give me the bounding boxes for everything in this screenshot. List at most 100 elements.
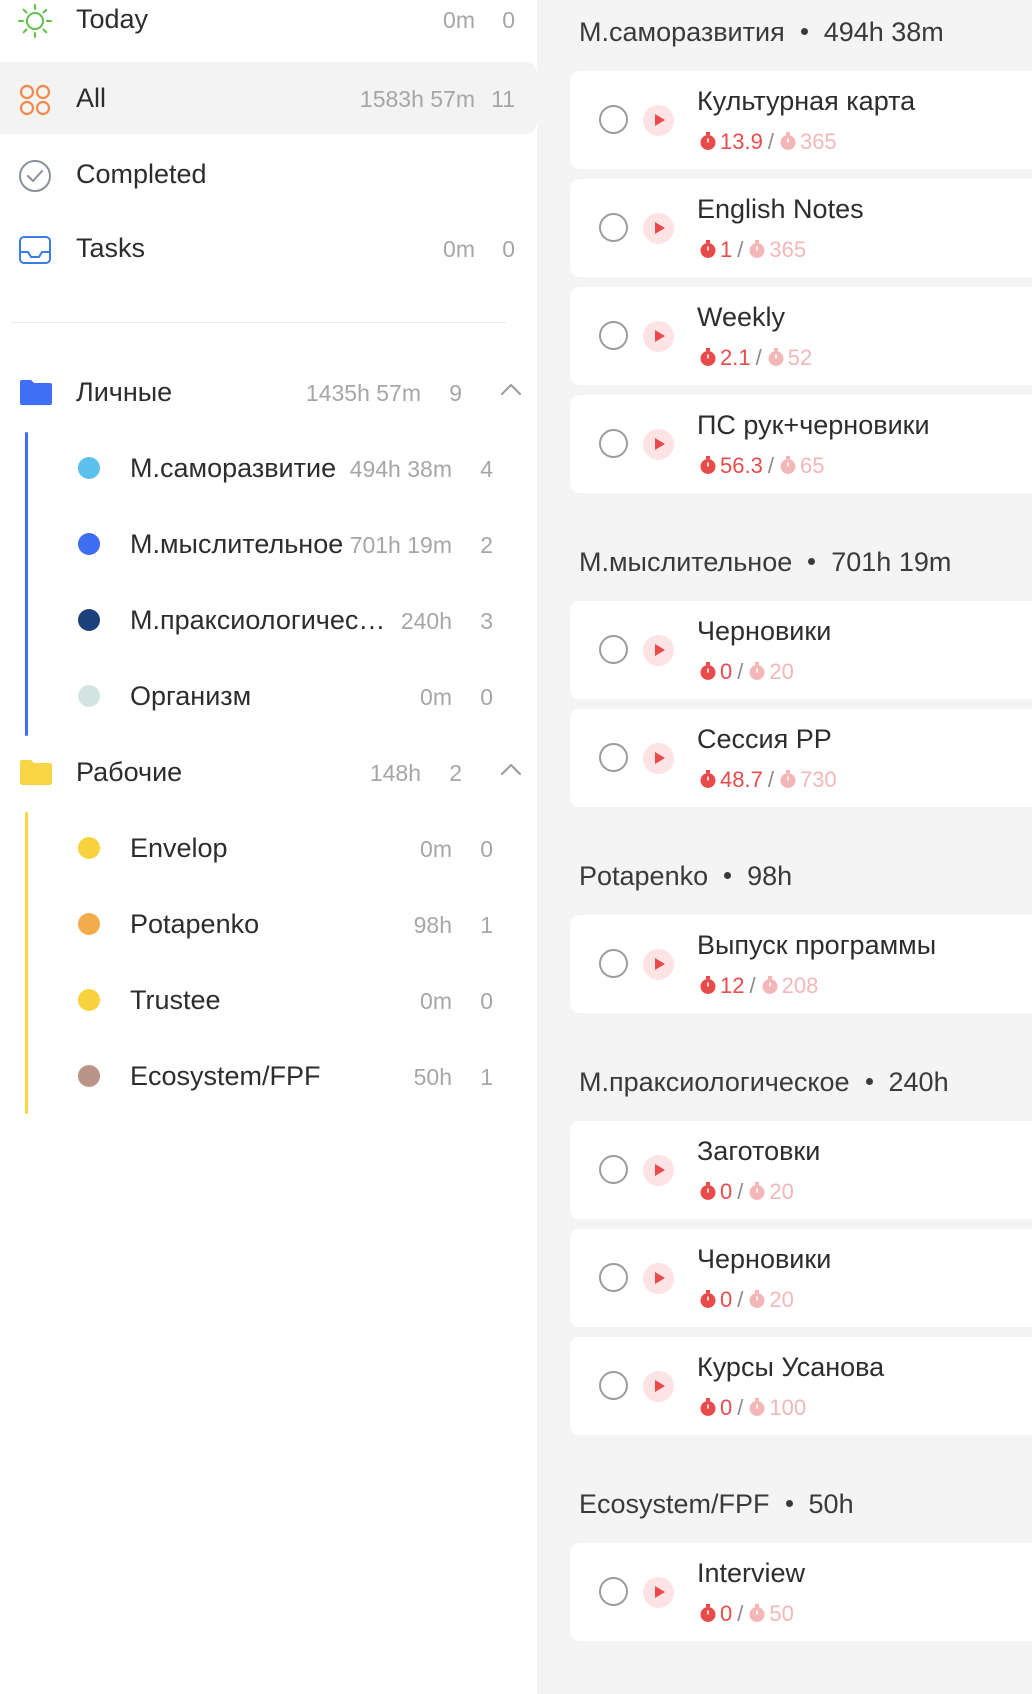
nav-count-today: 0 bbox=[502, 7, 515, 33]
pomodoro-estimate: 100 bbox=[769, 1395, 807, 1420]
group-header: М.саморазвития 494h 38m bbox=[579, 16, 944, 48]
task-title: ПС рук+черновики bbox=[697, 410, 930, 440]
pomodoro-stats: 48.7/ 730 bbox=[699, 767, 837, 793]
nav-label-completed: Completed bbox=[76, 159, 207, 189]
task-checkbox[interactable] bbox=[599, 213, 628, 242]
nav-label-all: All bbox=[76, 83, 107, 113]
chevron-up-icon[interactable] bbox=[500, 382, 522, 396]
play-icon[interactable] bbox=[643, 1263, 674, 1294]
pomodoro-done: 2.1 bbox=[720, 345, 751, 370]
play-icon[interactable] bbox=[643, 1371, 674, 1402]
project-item[interactable]: Trustee 0m 0 bbox=[0, 964, 537, 1034]
task-checkbox[interactable] bbox=[599, 321, 628, 350]
separator-dot bbox=[724, 872, 732, 880]
folder-icon bbox=[20, 380, 52, 405]
nav-item-tasks[interactable]: Tasks 0m 0 bbox=[0, 212, 537, 284]
folder-work[interactable]: Рабочие 148h 2 bbox=[0, 736, 537, 806]
timer-estimate-icon bbox=[749, 1604, 765, 1623]
play-icon[interactable] bbox=[643, 213, 674, 244]
timer-icon bbox=[700, 1182, 716, 1201]
play-icon[interactable] bbox=[643, 1155, 674, 1186]
group-total: 98h bbox=[747, 861, 793, 891]
task-checkbox[interactable] bbox=[599, 429, 628, 458]
play-icon[interactable] bbox=[643, 635, 674, 666]
group-name: М.мыслительное bbox=[579, 547, 793, 577]
task-checkbox[interactable] bbox=[599, 1371, 628, 1400]
task-card[interactable]: Выпуск программы 12/ 208 bbox=[570, 915, 1032, 1013]
chevron-up-icon[interactable] bbox=[500, 762, 522, 776]
timer-icon bbox=[700, 456, 716, 475]
project-duration: 0m bbox=[420, 836, 452, 862]
project-item[interactable]: Envelop 0m 0 bbox=[0, 812, 537, 882]
play-icon[interactable] bbox=[643, 743, 674, 774]
task-card[interactable]: Weekly 2.1/ 52 bbox=[570, 287, 1032, 385]
task-card[interactable]: Черновики 0/ 20 bbox=[570, 1229, 1032, 1327]
project-item[interactable]: Ecosystem/FPF 50h 1 bbox=[0, 1040, 537, 1110]
timer-icon bbox=[700, 1290, 716, 1309]
pomodoro-slash: / bbox=[767, 453, 774, 478]
nav-item-all[interactable]: All 1583h 57m 11 bbox=[0, 62, 537, 134]
task-title: Курсы Усанова bbox=[697, 1352, 885, 1382]
separator-dot bbox=[800, 28, 808, 36]
pomodoro-estimate: 365 bbox=[769, 237, 807, 262]
task-checkbox[interactable] bbox=[599, 949, 628, 978]
pomodoro-slash: / bbox=[737, 1179, 744, 1204]
project-label: М.праксиологическое bbox=[130, 605, 390, 635]
nav-item-completed[interactable]: Completed bbox=[0, 138, 537, 210]
task-title: Interview bbox=[697, 1558, 806, 1588]
task-card[interactable]: Курсы Усанова 0/ 100 bbox=[570, 1337, 1032, 1435]
project-item[interactable]: М.саморазвитие 494h 38m 4 bbox=[0, 432, 537, 502]
project-label: М.мыслительное bbox=[130, 529, 344, 559]
play-icon[interactable] bbox=[643, 1577, 674, 1608]
group-header: М.мыслительное 701h 19m bbox=[579, 546, 951, 578]
project-item[interactable]: Potapenko 98h 1 bbox=[0, 888, 537, 958]
group-total: 701h 19m bbox=[831, 547, 952, 577]
task-checkbox[interactable] bbox=[599, 1263, 628, 1292]
task-card[interactable]: Культурная карта 13.9/ 365 bbox=[570, 71, 1032, 169]
project-color-dot bbox=[78, 609, 100, 631]
task-card[interactable]: ПС рук+черновики 56.3/ 65 bbox=[570, 395, 1032, 493]
play-icon[interactable] bbox=[643, 949, 674, 980]
task-checkbox[interactable] bbox=[599, 635, 628, 664]
pomodoro-slash: / bbox=[737, 1395, 744, 1420]
task-card[interactable]: Interview 0/ 50 bbox=[570, 1543, 1032, 1641]
task-checkbox[interactable] bbox=[599, 105, 628, 134]
project-count: 4 bbox=[480, 456, 493, 482]
nav-duration-all: 1583h 57m bbox=[359, 86, 475, 112]
task-checkbox[interactable] bbox=[599, 1155, 628, 1184]
task-title: Культурная карта bbox=[697, 86, 916, 116]
nav-count-all: 11 bbox=[491, 86, 515, 112]
task-card[interactable]: English Notes 1/ 365 bbox=[570, 179, 1032, 277]
task-title: English Notes bbox=[697, 194, 864, 224]
timer-estimate-icon bbox=[780, 132, 796, 151]
play-icon[interactable] bbox=[643, 105, 674, 136]
task-card[interactable]: Черновики 0/ 20 bbox=[570, 601, 1032, 699]
task-title: Выпуск программы bbox=[697, 930, 937, 960]
pomodoro-done: 0 bbox=[720, 1287, 733, 1312]
folder-personal[interactable]: Личные 1435h 57m 9 bbox=[0, 356, 537, 426]
task-checkbox[interactable] bbox=[599, 1577, 628, 1606]
task-checkbox[interactable] bbox=[599, 743, 628, 772]
pomodoro-stats: 1/ 365 bbox=[699, 237, 806, 263]
play-icon[interactable] bbox=[643, 321, 674, 352]
nav-item-today[interactable]: Today 0m 0 bbox=[0, 0, 537, 55]
project-count: 0 bbox=[480, 836, 493, 862]
task-title: Заготовки bbox=[697, 1136, 821, 1166]
pomodoro-slash: / bbox=[737, 1287, 744, 1312]
pomodoro-estimate: 65 bbox=[799, 453, 825, 478]
project-item[interactable]: М.праксиологическое 240h 3 bbox=[0, 584, 537, 654]
project-duration: 0m bbox=[420, 684, 452, 710]
play-icon[interactable] bbox=[643, 429, 674, 460]
task-card[interactable]: Сессия РР 48.7/ 730 bbox=[570, 709, 1032, 807]
pomodoro-estimate: 20 bbox=[769, 1179, 794, 1204]
pomodoro-stats: 2.1/ 52 bbox=[699, 345, 812, 371]
pomodoro-done: 0 bbox=[720, 659, 733, 684]
project-color-dot bbox=[78, 533, 100, 555]
pomodoro-stats: 13.9/ 365 bbox=[699, 129, 837, 155]
task-card[interactable]: Заготовки 0/ 20 bbox=[570, 1121, 1032, 1219]
project-duration: 240h bbox=[400, 608, 452, 634]
project-item[interactable]: Организм 0m 0 bbox=[0, 660, 537, 730]
timer-icon bbox=[700, 240, 716, 259]
project-color-dot bbox=[78, 457, 100, 479]
project-item[interactable]: М.мыслительное 701h 19m 2 bbox=[0, 508, 537, 578]
